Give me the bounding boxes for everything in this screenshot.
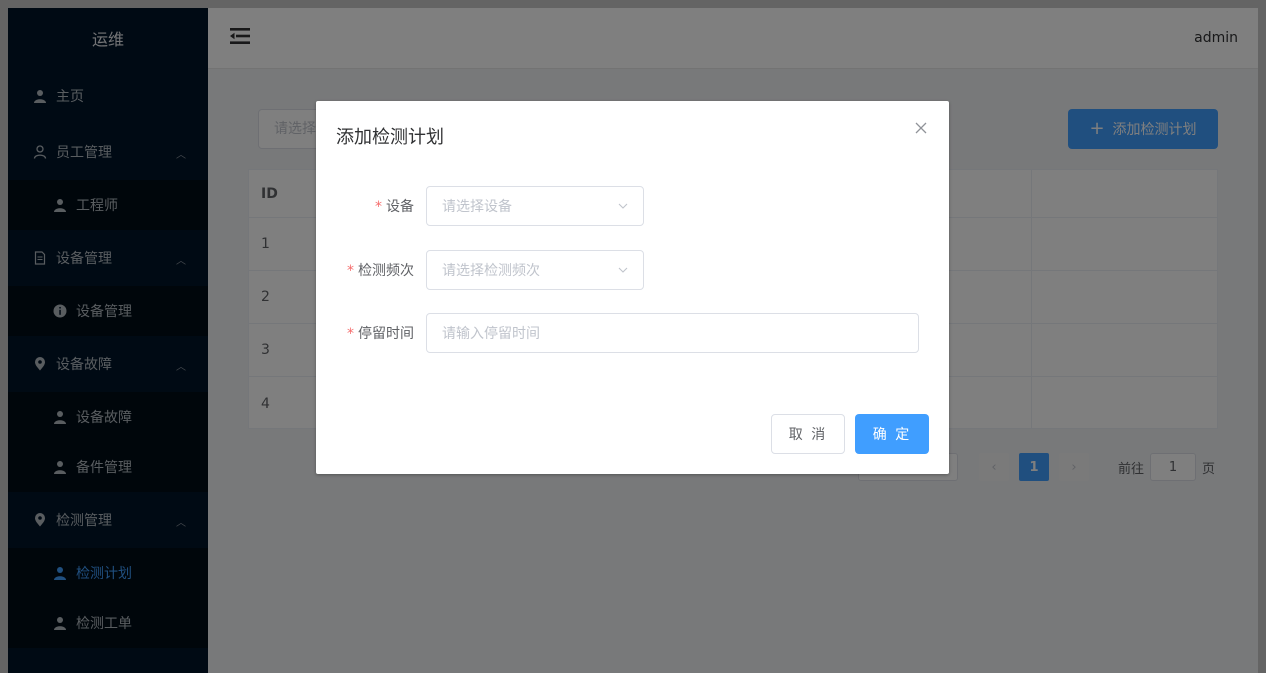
close-icon[interactable] [913, 121, 929, 137]
stay-time-placeholder: 请输入停留时间 [442, 326, 540, 342]
device-label: * 设备 [375, 199, 414, 215]
add-inspection-plan-dialog: 添加检测计划 * 设备 请选择设备 * 检测频次 请选择检测频次 * 停留时间 请输入… [316, 101, 949, 474]
form-row-device: * 设备 请选择设备 [316, 186, 644, 226]
form-row-stay-time: * 停留时间 请输入停留时间 [316, 313, 919, 353]
dialog-title: 添加检测计划 [336, 127, 444, 148]
frequency-select[interactable]: 请选择检测频次 [426, 250, 644, 290]
stay-time-label: * 停留时间 [347, 326, 414, 342]
frequency-placeholder: 请选择检测频次 [442, 263, 540, 279]
form-row-frequency: * 检测频次 请选择检测频次 [316, 250, 644, 290]
chevron-down-icon [618, 267, 628, 273]
device-select[interactable]: 请选择设备 [426, 186, 644, 226]
stay-time-input[interactable]: 请输入停留时间 [426, 313, 919, 353]
frequency-label: * 检测频次 [347, 263, 414, 279]
chevron-down-icon [618, 203, 628, 209]
cancel-button[interactable]: 取 消 [771, 414, 845, 454]
confirm-button[interactable]: 确 定 [855, 414, 929, 454]
dialog-footer: 取 消 确 定 [771, 414, 929, 454]
device-placeholder: 请选择设备 [442, 199, 512, 215]
